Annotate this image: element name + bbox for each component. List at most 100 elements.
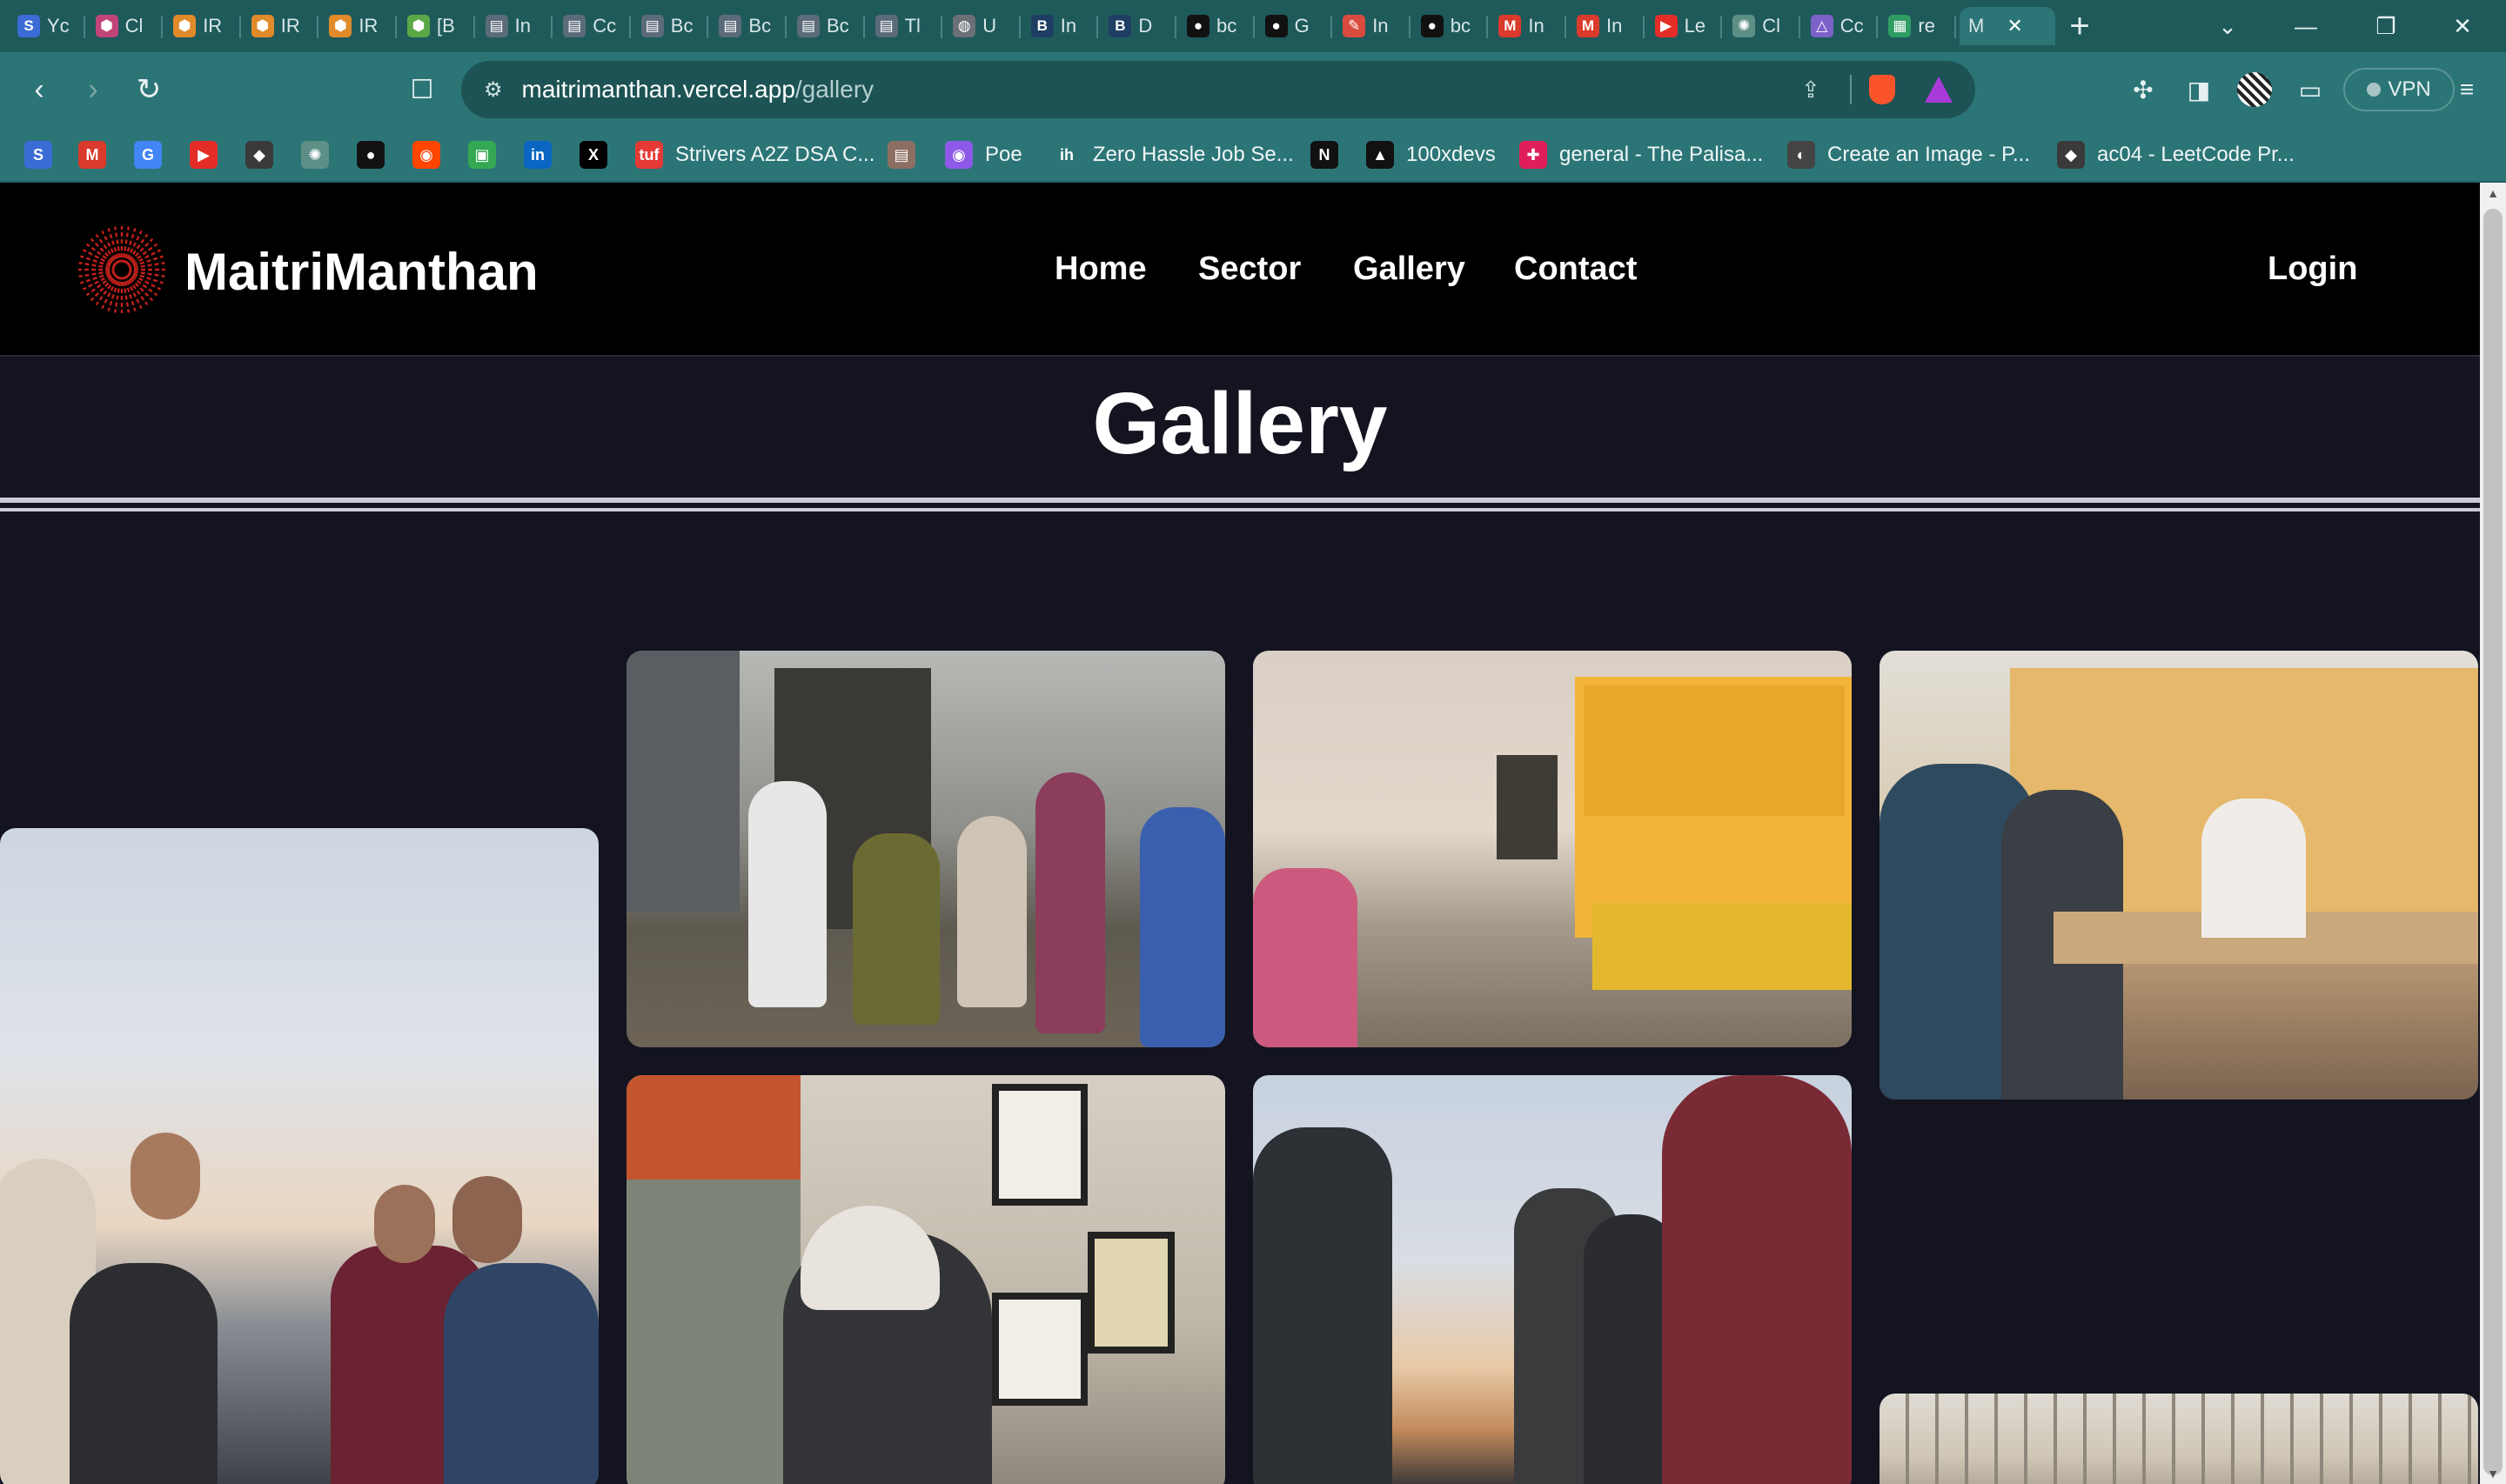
tab-item[interactable]: ▤ Bc xyxy=(633,7,707,45)
tab-item[interactable]: ✺ Cl xyxy=(1724,7,1799,45)
bookmark-icon[interactable]: ☐ xyxy=(400,68,444,111)
nav-sector[interactable]: Sector xyxy=(1198,251,1301,288)
menu-icon[interactable]: ≡ xyxy=(2447,70,2487,110)
back-icon[interactable]: ‹ xyxy=(17,68,61,111)
tab-separator xyxy=(472,16,475,38)
vpn-button[interactable]: VPN xyxy=(2343,68,2455,111)
bookmark-favicon-icon: X xyxy=(580,141,607,169)
scroll-down-icon[interactable]: ▼ xyxy=(2480,1463,2506,1484)
gallery-image-banner-meeting[interactable] xyxy=(1253,651,1852,1047)
bookmark-item[interactable]: S xyxy=(24,139,64,170)
site-info-icon[interactable]: ⚙ xyxy=(484,77,503,103)
bookmark-item[interactable]: ✺ xyxy=(301,139,341,170)
tab-item[interactable]: B In xyxy=(1022,7,1097,45)
bookmark-item[interactable]: ◉ xyxy=(412,139,452,170)
bookmark-favicon-icon: in xyxy=(524,141,552,169)
tab-item[interactable]: ● bc xyxy=(1412,7,1487,45)
bookmark-item[interactable]: N xyxy=(1310,139,1350,170)
gallery-image-medical-desk[interactable] xyxy=(1880,651,2478,1100)
tab-item[interactable]: BD xyxy=(1100,7,1175,45)
bookmark-item[interactable]: M xyxy=(78,139,118,170)
tab-close-icon[interactable]: ✕ xyxy=(2007,15,2022,37)
bookmark-favicon-icon: ● xyxy=(357,141,385,169)
minimize-icon[interactable]: — xyxy=(2280,7,2332,45)
tab-search-icon[interactable]: ⌄ xyxy=(2201,7,2254,45)
tab-item[interactable]: ⬢ IR xyxy=(164,7,239,45)
tab-separator xyxy=(551,16,553,38)
bookmark-item[interactable]: ◐ Create an Image - P... xyxy=(1787,139,2030,170)
gallery-image-certificates[interactable] xyxy=(626,1075,1225,1484)
bookmark-favicon-icon: ✺ xyxy=(301,141,329,169)
bookmark-item[interactable]: tuf Strivers A2Z DSA C... xyxy=(635,139,874,170)
wallet-icon[interactable]: ▭ xyxy=(2290,70,2330,110)
scrollbar-thumb[interactable] xyxy=(2483,209,2503,1475)
profile-avatar[interactable] xyxy=(2235,70,2275,110)
bookmark-item[interactable]: G xyxy=(134,139,174,170)
tab-item[interactable]: M In xyxy=(1568,7,1643,45)
bookmark-item[interactable]: ✚ general - The Palisa... xyxy=(1519,139,1763,170)
tab-item[interactable]: △ Cc xyxy=(1802,7,1877,45)
reload-icon[interactable]: ↻ xyxy=(127,68,171,111)
tab-separator xyxy=(1565,16,1566,38)
tab-item[interactable]: ⬢ Cl xyxy=(87,7,162,45)
tab-favicon-icon: ▤ xyxy=(640,15,664,37)
tab-item[interactable]: M In xyxy=(1490,7,1565,45)
address-bar[interactable]: ⚙ maitrimanthan.vercel.app/gallery ⇪ xyxy=(461,61,1975,118)
bookmark-item[interactable]: ▣ xyxy=(468,139,508,170)
tab-item[interactable]: ⬢ IR xyxy=(320,7,395,45)
bookmark-item[interactable]: ▤ xyxy=(888,139,928,170)
person-shape xyxy=(452,1176,522,1263)
tab-item[interactable]: ● G xyxy=(1256,7,1331,45)
tab-item[interactable]: ▦ re xyxy=(1880,7,1954,45)
tab-item[interactable]: ▤ Bc xyxy=(710,7,785,45)
bookmark-item[interactable]: ◆ xyxy=(245,139,285,170)
tab-item[interactable]: ▤ Bc xyxy=(788,7,863,45)
bookmark-item[interactable]: ◉ Poe xyxy=(945,139,1022,170)
tab-item[interactable]: ▤ In xyxy=(477,7,552,45)
gallery-image-group-hilltop[interactable] xyxy=(1253,1075,1852,1484)
tab-item[interactable]: ▶ Le xyxy=(1646,7,1721,45)
bookmark-item[interactable]: X xyxy=(580,139,620,170)
tab-item[interactable]: ▤ Tl xyxy=(867,7,941,45)
sidebar-icon[interactable]: ◨ xyxy=(2179,70,2219,110)
bookmark-item[interactable]: ◆ ac04 - LeetCode Pr... xyxy=(2057,139,2295,170)
brave-rewards-icon[interactable] xyxy=(1925,77,1953,103)
tab-item[interactable]: ● bc xyxy=(1178,7,1253,45)
brand-name[interactable]: MaitriManthan xyxy=(184,242,539,302)
forward-icon[interactable]: › xyxy=(71,68,115,111)
brave-shield-icon[interactable] xyxy=(1869,75,1895,104)
tab-active[interactable]: M ✕ xyxy=(1960,7,2055,45)
tab-item[interactable]: ✎ In xyxy=(1334,7,1409,45)
bookmark-item[interactable]: ih Zero Hassle Job Se... xyxy=(1053,139,1294,170)
share-icon[interactable]: ⇪ xyxy=(1801,77,1820,104)
tab-item[interactable]: ▤ Cc xyxy=(554,7,629,45)
new-tab-icon[interactable]: + xyxy=(2054,7,2106,45)
tab-label: Bc xyxy=(827,15,849,37)
gallery-image-construction[interactable] xyxy=(1880,1394,2478,1484)
restore-icon[interactable]: ❐ xyxy=(2360,7,2412,45)
bookmark-item[interactable]: ▶ xyxy=(190,139,230,170)
gallery-image-children[interactable] xyxy=(626,651,1225,1047)
nav-contact[interactable]: Contact xyxy=(1514,251,1637,288)
tab-item[interactable]: ◍ U xyxy=(944,7,1019,45)
nav-home[interactable]: Home xyxy=(1055,251,1147,288)
tab-item[interactable]: S Yc xyxy=(9,7,84,45)
bookmark-item[interactable]: ▲ 100xdevs xyxy=(1366,139,1496,170)
login-button[interactable]: Login xyxy=(2268,251,2357,288)
gallery-image-group-sunset[interactable] xyxy=(0,828,599,1484)
bookmark-item[interactable]: in xyxy=(524,139,564,170)
tab-label: In xyxy=(1528,15,1544,37)
nav-gallery[interactable]: Gallery xyxy=(1353,251,1465,288)
scroll-up-icon[interactable]: ▲ xyxy=(2480,183,2506,204)
extensions-icon[interactable]: ✣ xyxy=(2123,70,2163,110)
browser-toolbar: ‹ › ↻ ☐ ⚙ maitrimanthan.vercel.app/galle… xyxy=(0,52,2506,127)
tab-label: In xyxy=(514,15,531,37)
tab-item[interactable]: ⬢ [B xyxy=(399,7,473,45)
bookmark-item[interactable]: ● xyxy=(357,139,397,170)
close-window-icon[interactable]: ✕ xyxy=(2436,7,2489,45)
logo-icon[interactable] xyxy=(77,224,167,315)
tab-separator xyxy=(1175,16,1176,38)
page-scrollbar[interactable]: ▲ ▼ xyxy=(2480,183,2506,1484)
tab-item[interactable]: ⬢ IR xyxy=(243,7,318,45)
tab-label: re xyxy=(1918,15,1935,37)
